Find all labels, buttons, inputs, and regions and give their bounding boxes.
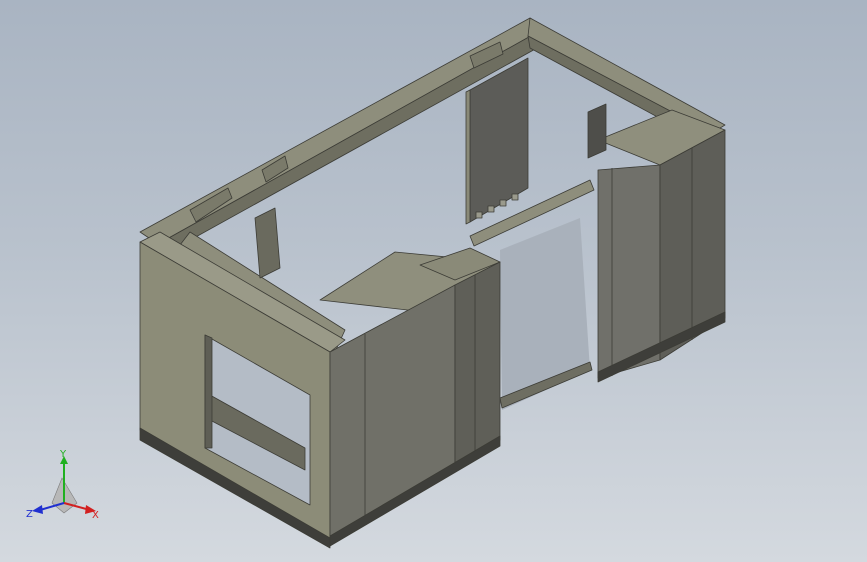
- coordinate-triad: Y X Z: [26, 449, 99, 521]
- back-wall-port-1: [475, 211, 483, 219]
- z-arrow-icon: [32, 505, 43, 514]
- back-wall-port-2: [487, 205, 495, 213]
- back-wall-port-3: [499, 199, 507, 207]
- enclosure-3d-model[interactable]: [0, 0, 867, 562]
- graphics-viewport[interactable]: Y X Z: [0, 0, 867, 562]
- top-frame-right-rail: [527, 17, 726, 134]
- right-cabinet-front: [597, 164, 661, 379]
- back-wall-port-4: [511, 193, 519, 201]
- front-cabinet-side: [454, 261, 501, 471]
- back-wall-edge: [465, 89, 471, 225]
- left-window-inner-frame: [204, 334, 213, 449]
- x-axis-label: X: [92, 510, 99, 521]
- back-wall-panel: [469, 57, 529, 223]
- back-left-post: [254, 207, 281, 279]
- y-axis-label: Y: [59, 449, 67, 460]
- z-axis-label: Z: [26, 509, 33, 520]
- right-cabinet-vent: [587, 103, 607, 159]
